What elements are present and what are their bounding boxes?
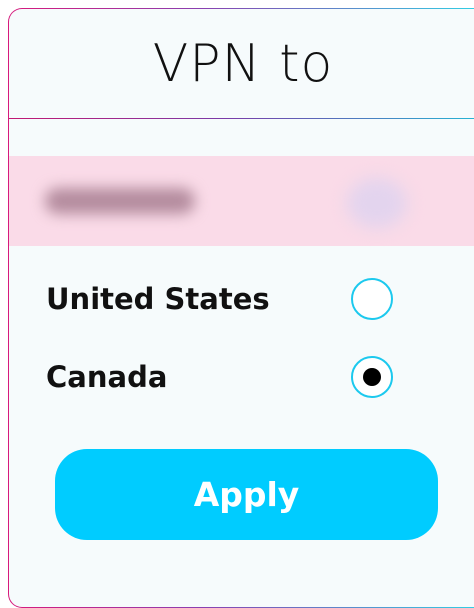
radio-canada[interactable] — [351, 356, 393, 398]
obscured-location-icon — [347, 178, 407, 228]
dialog-title: VPN to — [152, 33, 334, 94]
current-location-row — [9, 156, 474, 246]
option-united-states[interactable]: United States — [9, 269, 474, 329]
radio-selected-dot — [363, 368, 381, 386]
obscured-location-text — [45, 188, 195, 214]
apply-button[interactable]: Apply — [55, 449, 438, 540]
dialog-header: VPN to — [9, 9, 474, 119]
apply-button-label: Apply — [193, 475, 300, 514]
option-label-united-states: United States — [46, 282, 270, 316]
vpn-dialog: VPN to United States Canada Apply — [8, 8, 474, 608]
radio-united-states[interactable] — [351, 278, 393, 320]
option-label-canada: Canada — [46, 360, 168, 394]
option-canada[interactable]: Canada — [9, 347, 474, 407]
